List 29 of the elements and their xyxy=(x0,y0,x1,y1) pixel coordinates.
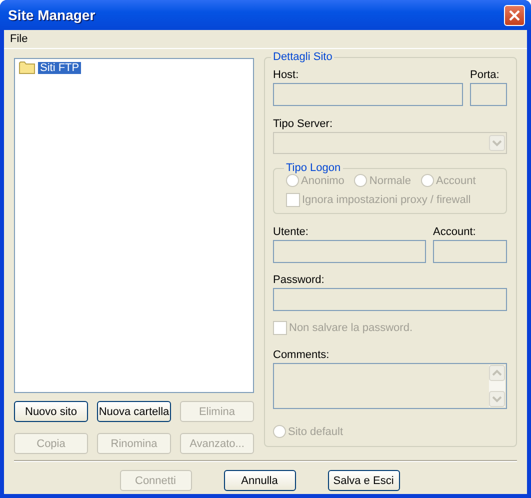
user-field[interactable] xyxy=(273,240,426,263)
field-label: Comments: xyxy=(273,349,330,361)
group-title: Dettagli Sito xyxy=(272,51,334,63)
scroll-down-icon[interactable] xyxy=(489,391,505,407)
field-label: Password: xyxy=(273,274,326,286)
site-tree[interactable]: Siti FTP xyxy=(14,58,254,393)
field-label: Account: xyxy=(433,226,477,238)
dialog-button[interactable]: Annulla xyxy=(224,470,296,491)
tree-item[interactable]: Siti FTP xyxy=(38,62,82,74)
comments-field[interactable] xyxy=(273,363,507,409)
dialog-button[interactable]: Salva e Esci xyxy=(328,470,400,491)
site-button[interactable]: Nuovo sito xyxy=(14,401,88,422)
group-title: Tipo Logon xyxy=(285,162,342,174)
site-button[interactable]: Nuova cartella xyxy=(97,401,171,422)
folder-icon xyxy=(19,61,35,74)
scroll-up-icon[interactable] xyxy=(489,365,505,381)
server-type-dropdown[interactable] xyxy=(273,132,507,154)
close-button[interactable] xyxy=(504,4,525,26)
port-field[interactable] xyxy=(470,83,507,106)
field-label: Porta: xyxy=(470,69,500,81)
field-label: Tipo Server: xyxy=(273,118,334,130)
close-icon xyxy=(509,10,520,20)
account-field[interactable] xyxy=(433,240,507,263)
field-label: Utente: xyxy=(273,226,310,238)
field-label: Host: xyxy=(273,69,300,81)
window-title: Site Manager xyxy=(8,7,96,23)
password-field[interactable] xyxy=(273,288,507,311)
host-field[interactable] xyxy=(273,83,463,106)
menu-item[interactable]: File xyxy=(8,33,30,45)
